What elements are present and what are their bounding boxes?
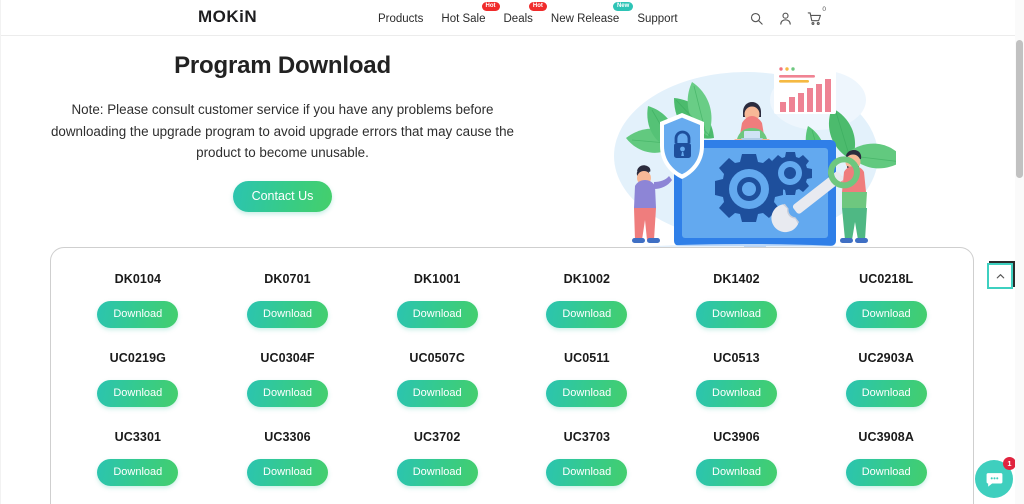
download-item: UC0218L Download: [811, 272, 961, 351]
scrollbar-thumb[interactable]: [1016, 40, 1023, 178]
product-code: DK1002: [563, 272, 611, 286]
nav-label: Deals: [503, 13, 533, 25]
product-code: UC0507C: [409, 351, 465, 365]
download-button[interactable]: Download: [396, 301, 478, 328]
download-button[interactable]: Download: [696, 459, 777, 486]
chat-widget-button[interactable]: 1: [975, 457, 1016, 498]
page-root: MOKiN Products Hot Sale Hot Deals Hot Ne…: [0, 0, 1024, 504]
download-item: UC2903A Download: [811, 351, 961, 430]
product-code: UC2903A: [858, 351, 914, 365]
chat-bubble-icon: [986, 472, 1002, 487]
product-code: UC0513: [713, 351, 760, 365]
download-item: DK1002 Download: [512, 272, 662, 351]
download-button[interactable]: Download: [247, 301, 328, 328]
product-code: DK0701: [264, 272, 311, 286]
product-code: UC0511: [563, 351, 610, 365]
download-button[interactable]: Download: [546, 301, 628, 328]
download-item: UC0507C Download: [362, 351, 512, 430]
page-scrollbar[interactable]: [1015, 0, 1024, 504]
computer-maintenance-illustration: [596, 60, 896, 260]
download-button[interactable]: Download: [396, 459, 478, 486]
download-button[interactable]: Download: [97, 301, 179, 328]
cart-icon[interactable]: 0: [807, 6, 826, 26]
product-code: UC3306: [264, 430, 311, 444]
nav-badge-new: New: [612, 2, 634, 11]
download-item: UC3702 Download: [362, 430, 512, 504]
page-left-edge: [0, 0, 1, 504]
nav-item-hot-sale[interactable]: Hot Sale Hot: [441, 2, 500, 25]
program-download-card: DK0104 Download DK0701 Download DK1001 Downlo…: [50, 247, 974, 504]
download-item: DK1001 Download: [362, 272, 512, 351]
nav-badge-hot: Hot: [481, 2, 500, 11]
nav-badge-hot: Hot: [528, 2, 547, 11]
nav-item-products[interactable]: Products: [378, 11, 423, 25]
product-code: UC3702: [413, 430, 461, 444]
product-code: UC0304F: [260, 351, 315, 365]
nav-label: New Release: [550, 13, 620, 25]
product-code: UC3906: [713, 430, 760, 444]
site-logo[interactable]: MOKiN: [198, 7, 257, 27]
download-button[interactable]: Download: [97, 380, 179, 407]
page-title: Program Download: [174, 52, 391, 79]
product-code: UC3301: [114, 430, 162, 444]
download-item: UC3301 Download: [63, 430, 213, 504]
download-button[interactable]: Download: [247, 380, 328, 407]
site-header: MOKiN Products Hot Sale Hot Deals Hot Ne…: [0, 0, 1024, 36]
product-code: DK0104: [114, 272, 162, 286]
chevron-up-icon: [996, 273, 1004, 278]
download-button[interactable]: Download: [845, 301, 927, 328]
download-item: UC3906 Download: [662, 430, 812, 504]
download-button[interactable]: Download: [696, 301, 777, 328]
header-actions: 0: [749, 0, 826, 36]
download-item: UC0511 Download: [512, 351, 662, 430]
nav-item-new-release[interactable]: New Release New: [550, 2, 634, 25]
download-item: DK0701 Download: [213, 272, 363, 351]
nav-label: Products: [378, 13, 424, 25]
nav-item-support[interactable]: Support: [637, 11, 677, 25]
nav-label: Hot Sale: [441, 13, 486, 25]
download-button[interactable]: Download: [845, 459, 927, 486]
product-code: DK1001: [413, 272, 461, 286]
cart-count-badge: 0: [822, 5, 826, 13]
download-item: UC0304F Download: [213, 351, 363, 430]
download-button[interactable]: Download: [396, 380, 478, 407]
download-item: UC3703 Download: [512, 430, 662, 504]
download-button[interactable]: Download: [546, 380, 628, 407]
search-icon[interactable]: [749, 11, 764, 26]
download-item: DK0104 Download: [63, 272, 213, 351]
download-item: UC0513 Download: [662, 351, 812, 430]
product-code: DK1402: [713, 272, 760, 286]
download-grid: DK0104 Download DK0701 Download DK1001 Downlo…: [51, 248, 973, 504]
download-item: UC3908A Download: [811, 430, 961, 504]
user-icon[interactable]: [778, 11, 793, 26]
download-button[interactable]: Download: [247, 459, 328, 486]
download-item: UC3306 Download: [213, 430, 363, 504]
main-navigation: Products Hot Sale Hot Deals Hot New Rele…: [378, 0, 678, 36]
back-to-top-button[interactable]: [987, 263, 1013, 289]
hero-note-text: Note: Please consult customer service if…: [50, 102, 514, 161]
product-code: UC3908A: [858, 430, 914, 444]
download-button[interactable]: Download: [696, 380, 777, 407]
download-item: UC0219G Download: [63, 351, 213, 430]
product-code: UC3703: [563, 430, 611, 444]
download-button[interactable]: Download: [546, 459, 628, 486]
product-code: UC0219G: [109, 351, 166, 365]
nav-item-deals[interactable]: Deals Hot: [503, 2, 547, 25]
product-code: UC0218L: [859, 272, 914, 286]
contact-us-button[interactable]: Contact Us: [232, 181, 333, 213]
download-item: DK1402 Download: [662, 272, 812, 351]
hero-text-block: Program Download Note: Please consult cu…: [0, 36, 565, 213]
download-button[interactable]: Download: [845, 380, 927, 407]
download-button[interactable]: Download: [97, 459, 179, 486]
hero-section: Program Download Note: Please consult cu…: [0, 36, 1024, 260]
nav-label: Support: [637, 13, 678, 25]
